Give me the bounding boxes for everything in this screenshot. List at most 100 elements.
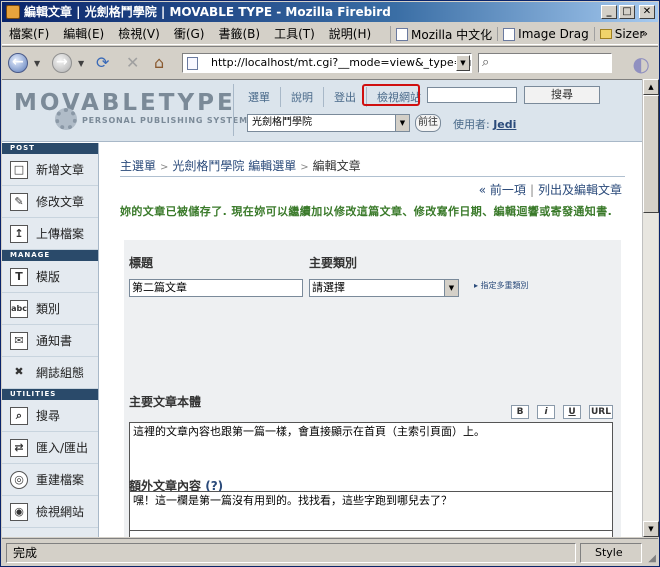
page-icon [503, 27, 516, 41]
url-button[interactable]: URL [589, 405, 613, 419]
sidebar-item-label: 匯入/匯出 [36, 441, 89, 455]
sidebar-item-label: 新增文章 [36, 163, 85, 177]
web-search-input[interactable]: ⌕ [478, 53, 612, 73]
sidebar-item-new-entry[interactable]: □ 新增文章 [2, 154, 98, 186]
prev-entry-link[interactable]: « 前一項 [479, 183, 526, 197]
sidebar-item-label: 上傳檔案 [36, 227, 85, 241]
italic-button[interactable]: i [537, 405, 555, 419]
forward-button[interactable] [52, 53, 72, 73]
category-icon: abc [10, 299, 28, 318]
menu-go[interactable]: 衝(G) [167, 25, 212, 42]
menu-view[interactable]: 檢視(V) [111, 25, 167, 42]
navigation-toolbar: ▼ ▼ ⟳ ✕ ⌂ http://localhost/mt.cgi?__mode… [2, 46, 658, 78]
close-button[interactable]: ✕ [639, 5, 655, 19]
list-entries-link[interactable]: 列出及編輯文章 [538, 183, 622, 197]
url-dropdown-icon[interactable]: ▼ [456, 55, 470, 71]
multi-category-link[interactable]: ▸ 指定多重類別 [474, 280, 529, 291]
bold-button[interactable]: B [511, 405, 529, 419]
sidebar-item-label: 檢視網站 [36, 505, 85, 519]
sidebar-item-label: 通知書 [36, 334, 73, 348]
mt-search-input[interactable] [427, 87, 517, 103]
url-field[interactable]: http://localhost/mt.cgi?__mode=view&_typ… [182, 53, 472, 73]
scroll-thumb[interactable] [643, 95, 659, 213]
sidebar-section-utilities: UTILITIES [2, 389, 98, 400]
bookmark-image-drag[interactable]: Image Drag [497, 27, 594, 41]
minimize-button[interactable]: _ [601, 5, 617, 19]
gear-logo-icon [55, 108, 77, 130]
title-label: 標題 [129, 256, 154, 270]
sidebar-item-view-site[interactable]: ◉ 檢視網站 [2, 496, 98, 528]
sidebar-item-upload[interactable]: ↥ 上傳檔案 [2, 218, 98, 250]
go-button[interactable]: 前往 [415, 114, 441, 132]
extended-textarea[interactable]: 嘿！這一欄是第一篇沒有用到的。找找看，這些字跑到哪兒去了？ [129, 491, 613, 531]
title-input[interactable]: 第二篇文章 [129, 279, 303, 297]
sidebar-item-blog-config[interactable]: ✖ 網誌組態 [2, 357, 98, 389]
breadcrumb-main-menu[interactable]: 主選單 [120, 159, 156, 173]
folder-icon [599, 29, 612, 39]
multi-category-label: 指定多重類別 [480, 281, 529, 290]
forward-dropdown-icon[interactable]: ▼ [78, 59, 84, 68]
category-select[interactable]: 請選擇 ▼ [309, 279, 459, 297]
status-text: 完成 [6, 543, 576, 563]
window-controls: _ □ ✕ [601, 5, 655, 19]
sidebar-item-search[interactable]: ⌕ 搜尋 [2, 400, 98, 432]
throbber-icon: ◐ [632, 52, 650, 76]
back-button[interactable] [8, 53, 28, 73]
chevron-down-icon: ▼ [395, 115, 409, 131]
sidebar-section-manage: MANAGE [2, 250, 98, 261]
category-label: 主要類別 [309, 256, 358, 270]
menu-help[interactable]: 說明(H) [322, 25, 378, 42]
user-name-link[interactable]: Jedi [493, 118, 516, 131]
page-viewport: MOVABLETYPE PERSONAL PUBLISHING SYSTEM 選… [2, 79, 642, 537]
sidebar-item-label: 網誌組態 [36, 366, 85, 380]
menu-bookmarks[interactable]: 書籤(B) [211, 25, 267, 42]
sidebar-item-categories[interactable]: abc 類別 [2, 293, 98, 325]
header-link-menu[interactable]: 選單 [238, 87, 281, 107]
stop-icon[interactable]: ✕ [126, 53, 146, 73]
header-link-logout[interactable]: 登出 [324, 87, 367, 107]
page-icon [396, 27, 408, 41]
sidebar-item-edit-entries[interactable]: ✎ 修改文章 [2, 186, 98, 218]
edit-entry-icon: ✎ [10, 192, 28, 211]
resize-grip-icon[interactable]: ◢ [648, 553, 656, 564]
sidebar-item-import-export[interactable]: ⇄ 匯入/匯出 [2, 432, 98, 464]
chevron-down-icon: ▼ [444, 280, 458, 296]
bookmark-label: Sizer [614, 27, 645, 41]
breadcrumb-blog-menu[interactable]: 光劍格鬥學院 編輯選單 [172, 159, 296, 173]
config-icon: ✖ [14, 364, 24, 378]
home-icon[interactable]: ⌂ [154, 53, 174, 73]
highlight-box [362, 84, 420, 106]
scroll-up-icon[interactable]: ▲ [643, 79, 659, 95]
user-info: 使用者: Jedi [453, 116, 516, 132]
sidebar-item-notifications[interactable]: ✉ 通知書 [2, 325, 98, 357]
sidebar-item-templates[interactable]: T 模版 [2, 261, 98, 293]
bookmark-mozilla-zh[interactable]: Mozilla 中文化 [390, 25, 497, 43]
menu-bar: 檔案(F) 編輯(E) 檢視(V) 衝(G) 書籤(B) 工具(T) 說明(H)… [2, 23, 658, 45]
menu-file[interactable]: 檔案(F) [2, 25, 56, 42]
back-dropdown-icon[interactable]: ▼ [34, 59, 40, 68]
page-icon [187, 57, 198, 70]
notification-icon: ✉ [10, 331, 28, 350]
menu-tools[interactable]: 工具(T) [267, 25, 322, 42]
style-switcher[interactable]: Style [580, 543, 642, 563]
chevron-right-icon[interactable]: » [641, 27, 648, 40]
style-label: Style [595, 546, 623, 559]
sidebar-item-label: 模版 [36, 270, 61, 284]
sidebar-section-post: POST [2, 143, 98, 154]
template-icon: T [10, 267, 28, 286]
reload-icon[interactable]: ⟳ [96, 53, 116, 73]
maximize-button[interactable]: □ [619, 5, 635, 19]
entry-navigation: « 前一項 | 列出及編輯文章 [478, 183, 622, 197]
menu-edit[interactable]: 編輯(E) [56, 25, 111, 42]
new-entry-icon: □ [10, 160, 28, 179]
sidebar-item-rebuild[interactable]: ◎ 重建檔案 [2, 464, 98, 496]
underline-button[interactable]: U [563, 405, 581, 419]
scroll-down-icon[interactable]: ▼ [643, 521, 659, 537]
sidebar-item-label: 重建檔案 [36, 473, 85, 487]
breadcrumb-divider [120, 176, 625, 177]
mt-search-button[interactable]: 搜尋 [524, 86, 600, 104]
vertical-scrollbar[interactable]: ▲ ▼ [642, 79, 659, 537]
header-link-help[interactable]: 說明 [281, 87, 324, 107]
blog-select[interactable]: 光劍格鬥學院 ▼ [247, 114, 410, 132]
user-label: 使用者: [453, 118, 490, 131]
